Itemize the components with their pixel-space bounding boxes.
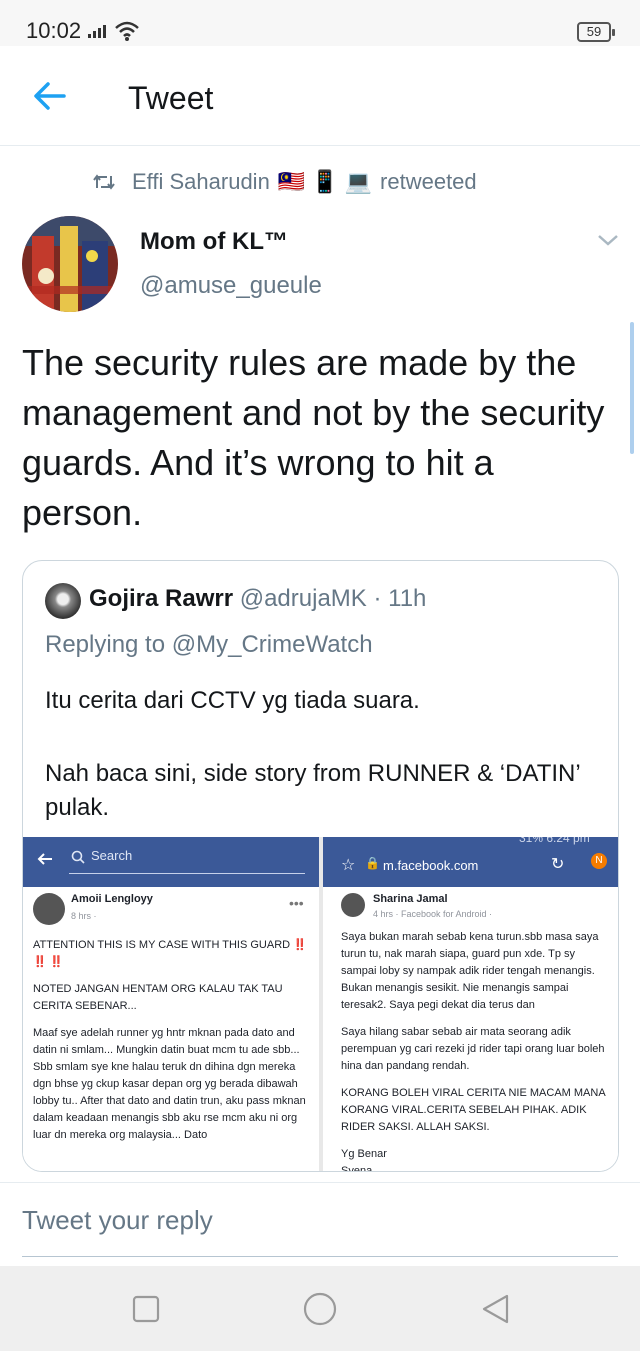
- fb-top-bar: Search: [23, 837, 319, 887]
- author-name[interactable]: Mom of KL™: [140, 228, 288, 256]
- scrollbar[interactable]: [630, 322, 634, 454]
- phone-status-right: 31% 6:24 pm: [519, 837, 590, 845]
- status-time: 10:02: [26, 18, 82, 43]
- quoted-header: Gojira Rawrr @adrujaMK · 11h: [89, 585, 426, 613]
- post-paragraph: Maaf sye adelah runner yg hntr mknan pad…: [33, 1027, 306, 1141]
- post-text-right: Saya bukan marah sebab kena turun.sbb ma…: [341, 929, 613, 1172]
- quoted-media[interactable]: Search Amoii Lengloyy 8 hrs · ••• ATTENT…: [23, 837, 618, 1172]
- tweet-text: The security rules are made by the manag…: [22, 342, 605, 533]
- wifi-icon: [115, 21, 139, 41]
- reply-input[interactable]: Tweet your reply: [22, 1205, 618, 1257]
- system-nav-bar: [0, 1266, 640, 1351]
- page-title: Tweet: [128, 80, 214, 116]
- post-text-left: ATTENTION THIS IS MY CASE WITH THIS GUAR…: [33, 937, 309, 1154]
- post-paragraph: ATTENTION THIS IS MY CASE WITH THIS GUAR…: [33, 939, 307, 968]
- signal-icon: [88, 25, 106, 38]
- replying-prefix: Replying to: [45, 631, 166, 658]
- poster-name-right: Sharina Jamal: [373, 893, 448, 905]
- poster-meta-left: 8 hrs ·: [71, 911, 97, 921]
- post-paragraph: KORANG BOLEH VIRAL CERITA NIE MACAM MANA…: [341, 1087, 606, 1133]
- laptop-icon: 💻: [344, 169, 373, 194]
- quoted-avatar: [45, 583, 81, 619]
- malaysia-flag-icon: 🇲🇾: [277, 169, 306, 194]
- square-icon[interactable]: [132, 1295, 160, 1323]
- back-arrow-icon[interactable]: [30, 78, 70, 114]
- more-dots-icon: •••: [289, 895, 304, 911]
- poster-avatar-left: [33, 893, 65, 925]
- poster-meta-right: 4 hrs · Facebook for Android ·: [373, 909, 493, 919]
- poster-avatar-right: [341, 893, 365, 917]
- media-image-right[interactable]: 31% 6:24 pm ☆ 🔒 m.facebook.com ↻ N Shari…: [323, 837, 618, 1172]
- replying-to: Replying to @My_CrimeWatch: [45, 631, 373, 659]
- lock-icon: 🔒: [365, 856, 380, 870]
- star-icon: ☆: [341, 857, 356, 874]
- quoted-text-line1: Itu cerita dari CCTV yg tiada suara.: [45, 687, 420, 714]
- post-paragraph: NOTED JANGAN HENTAM ORG KALAU TAK TAU CE…: [33, 983, 283, 1012]
- mobile-phone-icon: 📱: [311, 169, 339, 194]
- quoted-tweet[interactable]: Gojira Rawrr @adrujaMK · 11h Replying to…: [22, 560, 619, 1172]
- status-bar: 10:02 59: [0, 0, 640, 46]
- retweeter-name[interactable]: Effi Saharudin: [132, 169, 270, 195]
- retweet-icon: [93, 174, 115, 190]
- retweeted-label: retweeted: [380, 169, 477, 194]
- circle-icon[interactable]: [303, 1292, 337, 1326]
- search-icon: [71, 850, 85, 864]
- quoted-separator: ·: [373, 585, 382, 612]
- notification-badge-icon: N: [591, 853, 607, 869]
- quoted-time: 11h: [388, 585, 427, 612]
- quoted-handle: @adrujaMK: [239, 585, 367, 612]
- post-paragraph: Saya bukan marah sebab kena turun.sbb ma…: [341, 931, 599, 1011]
- post-paragraph: Saya hilang sabar sebab air mata seorang…: [341, 1026, 605, 1072]
- back-arrow-small-icon: [37, 853, 52, 865]
- poster-name-left: Amoii Lengloyy: [71, 893, 153, 905]
- fb-search-label: Search: [91, 848, 133, 863]
- browser-url: m.facebook.com: [383, 858, 479, 873]
- quoted-text-line2: Nah baca sini, side story from RUNNER & …: [45, 760, 580, 821]
- browser-bar: ☆ 🔒 m.facebook.com ↻ N: [323, 845, 618, 887]
- quoted-name: Gojira Rawrr: [89, 585, 234, 612]
- chevron-down-icon[interactable]: [596, 232, 620, 248]
- app-bar: Tweet: [0, 46, 640, 146]
- post-paragraph: Yg Benar Syena - saya beli food applicat…: [341, 1148, 387, 1172]
- author-avatar[interactable]: [22, 216, 118, 312]
- reload-icon: ↻: [551, 856, 565, 873]
- fb-search-underline: [69, 873, 305, 874]
- emoji-group: 🇲🇾 📱 💻: [278, 169, 372, 195]
- replying-mention[interactable]: @My_CrimeWatch: [172, 631, 373, 658]
- battery-indicator: 59: [577, 22, 615, 42]
- retweet-indicator: Effi Saharudin 🇲🇾 📱 💻 retweeted: [92, 169, 477, 195]
- media-image-left[interactable]: Search Amoii Lengloyy 8 hrs · ••• ATTENT…: [23, 837, 319, 1171]
- triangle-back-icon[interactable]: [480, 1293, 510, 1325]
- reply-bar: Tweet your reply: [0, 1182, 640, 1266]
- author-handle[interactable]: @amuse_gueule: [140, 272, 322, 300]
